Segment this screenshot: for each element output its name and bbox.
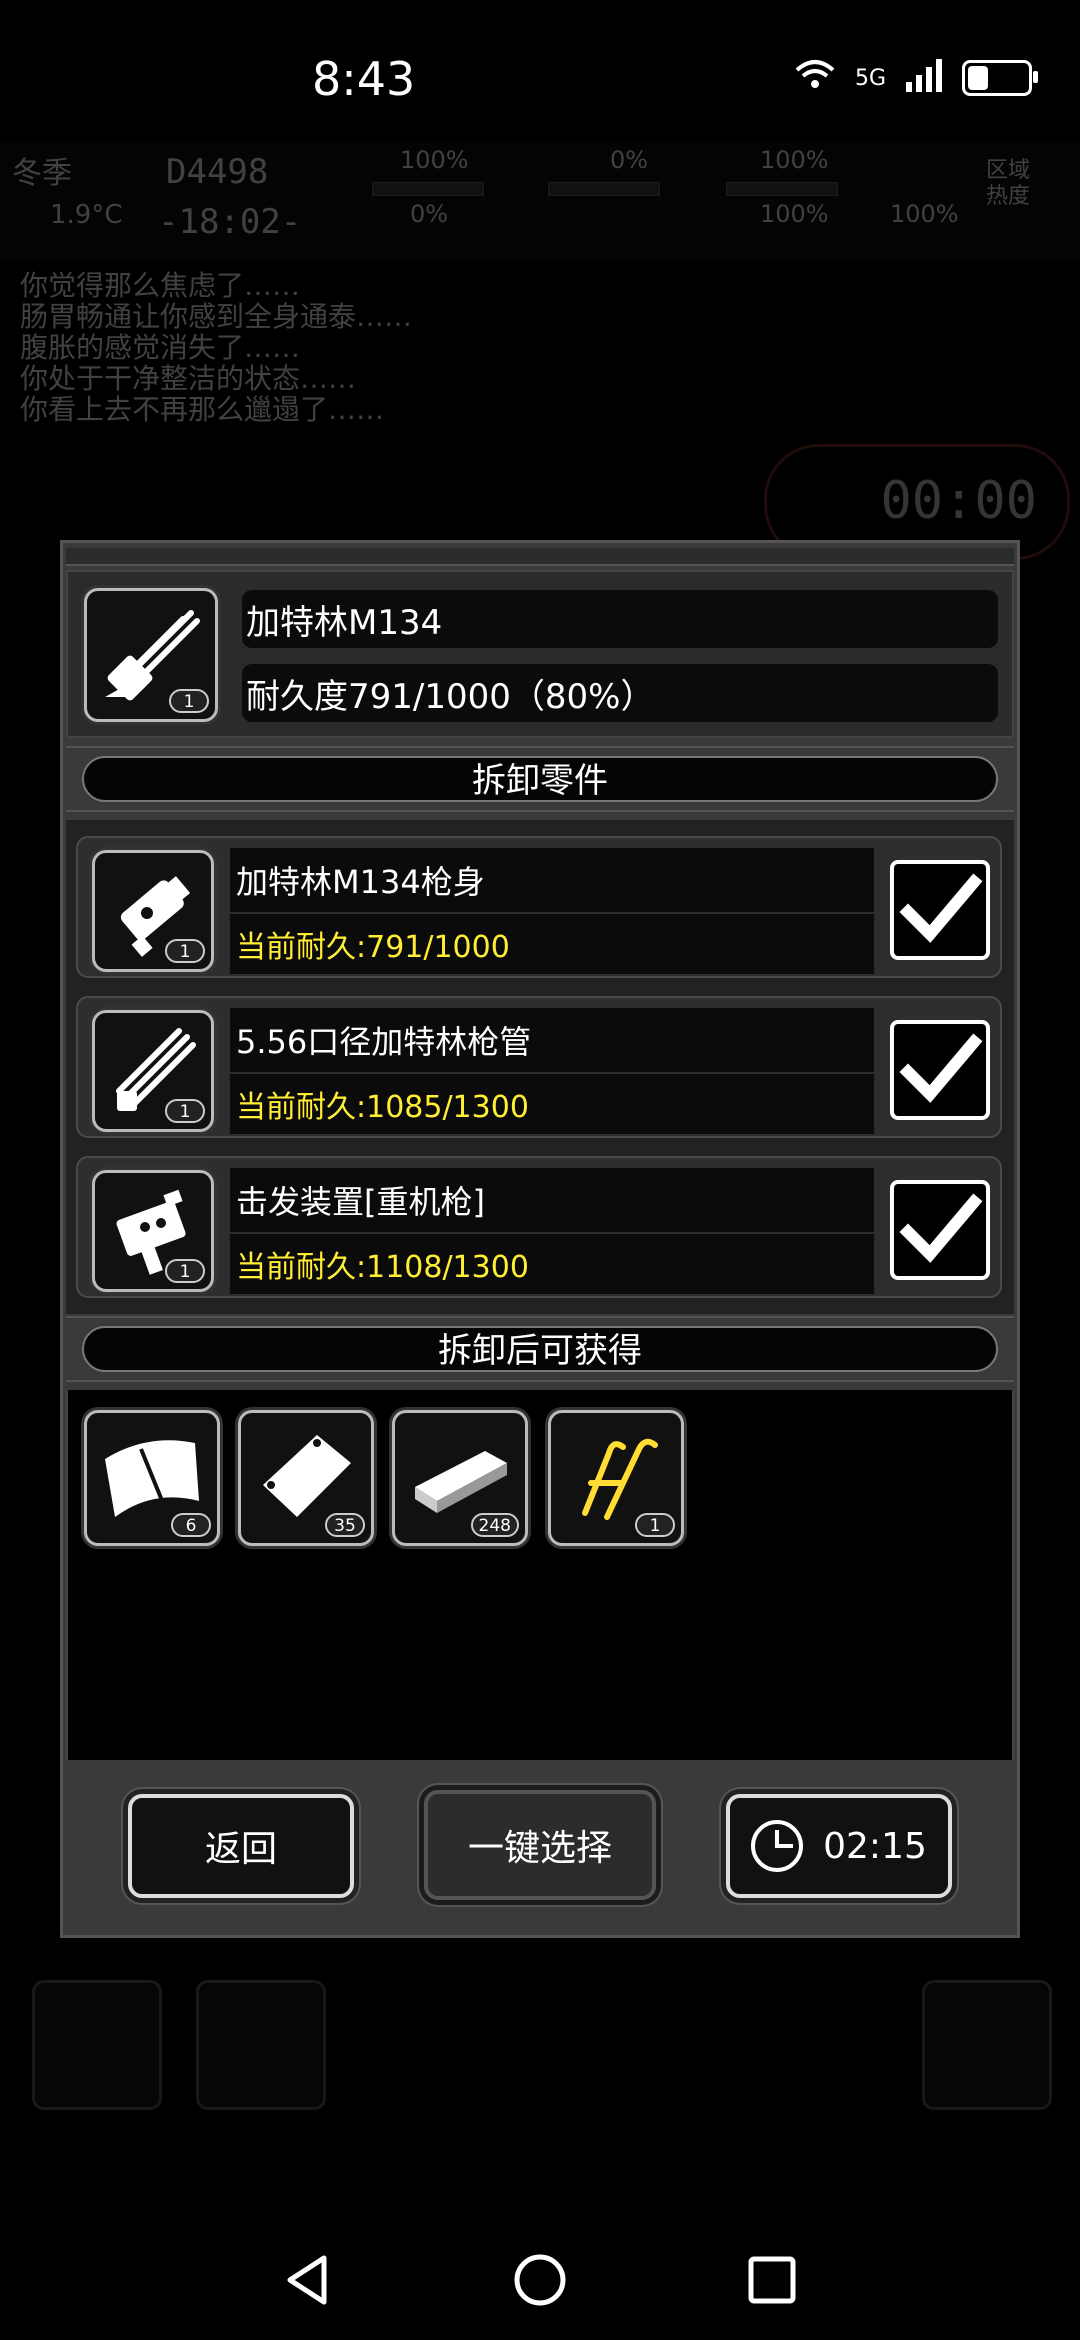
status-icons: 5G xyxy=(793,58,1038,98)
item-durability: 耐久度791/1000（80%） xyxy=(242,664,998,722)
back-button[interactable]: 返回 xyxy=(128,1794,354,1898)
yield-slot[interactable]: 35 xyxy=(238,1410,374,1546)
part-checkbox[interactable] xyxy=(890,860,990,960)
clock-icon xyxy=(751,1820,804,1872)
dialog-top-bar xyxy=(66,548,1014,566)
part-checkbox[interactable] xyxy=(890,1020,990,1120)
yield-count-badge: 35 xyxy=(325,1513,365,1537)
select-all-button[interactable]: 一键选择 xyxy=(424,1790,656,1900)
yield-count-badge: 6 xyxy=(171,1513,211,1537)
yield-slot[interactable]: 6 xyxy=(84,1410,220,1546)
hud-bar xyxy=(548,182,660,196)
interact-hand-icon xyxy=(32,1980,162,2110)
game-hud: 冬季 1.9°C D4498 -18:02- 100% 0% 0% 100% 1… xyxy=(0,142,1080,260)
walk-icon xyxy=(196,1980,326,2110)
signal-label: 5G xyxy=(854,65,886,91)
back-button-label: 返回 xyxy=(204,1829,277,1870)
battery-level xyxy=(968,66,989,90)
part-durability: 当前耐久:1108/1300 xyxy=(230,1234,874,1294)
battery-icon xyxy=(962,60,1038,96)
yield-slot[interactable]: 1 xyxy=(548,1410,684,1546)
part-count-badge: 1 xyxy=(165,1099,205,1123)
dismantle-time: 02:15 xyxy=(823,1825,927,1867)
hud-stat: 100% xyxy=(890,200,959,228)
part-name: 击发装置[重机枪] xyxy=(230,1168,874,1232)
select-all-label: 一键选择 xyxy=(467,1828,612,1869)
part-slot[interactable]: 1 xyxy=(92,1170,214,1292)
log-line: 你看上去不再那么邋遢了…… xyxy=(20,393,385,426)
checkmark-icon xyxy=(899,1033,983,1103)
log-line: 腹胀的感觉消失了…… xyxy=(20,331,301,364)
yield-count-badge: 1 xyxy=(635,1513,675,1537)
temperature-label: 1.9°C xyxy=(50,200,123,230)
hud-stat: 100% xyxy=(400,146,469,174)
status-time: 8:43 xyxy=(312,52,416,106)
part-slot[interactable]: 1 xyxy=(92,850,214,972)
hud-bar xyxy=(372,182,484,196)
nav-home-icon[interactable] xyxy=(510,2250,570,2310)
parts-title: 拆卸零件 xyxy=(82,756,998,802)
part-durability: 当前耐久:1085/1300 xyxy=(230,1074,874,1134)
part-count-badge: 1 xyxy=(165,939,205,963)
yield-count-badge: 248 xyxy=(470,1513,519,1537)
checkmark-icon xyxy=(899,1193,983,1263)
wifi-icon xyxy=(793,58,837,98)
hud-bar xyxy=(726,182,838,196)
day-counter: D4498 xyxy=(166,152,269,192)
log-line: 你觉得那么焦虑了…… xyxy=(20,269,301,302)
signal-icon xyxy=(904,58,944,98)
part-count-badge: 1 xyxy=(165,1259,205,1283)
yield-slot[interactable]: 248 xyxy=(392,1410,528,1546)
hud-stat: 100% xyxy=(760,146,829,174)
part-name: 加特林M134枪身 xyxy=(230,848,874,912)
checkmark-icon xyxy=(899,873,983,943)
area-heat-label: 区域热度 xyxy=(986,158,1031,209)
log-line: 肠胃畅通让你感到全身通泰…… xyxy=(20,300,413,333)
nav-recents-icon[interactable] xyxy=(742,2250,802,2310)
nav-back-icon[interactable] xyxy=(278,2250,338,2310)
game-clock: -18:02- xyxy=(158,202,302,242)
hud-stat: 0% xyxy=(610,146,649,174)
part-slot[interactable]: 1 xyxy=(92,1010,214,1132)
background-timer-text: 00:00 xyxy=(880,471,1037,531)
storage-icon xyxy=(922,1980,1052,2110)
hud-stat: 0% xyxy=(410,200,449,228)
part-name: 5.56口径加特林枪管 xyxy=(230,1008,874,1072)
hud-stat: 100% xyxy=(760,200,829,228)
part-checkbox[interactable] xyxy=(890,1180,990,1280)
item-slot[interactable]: 1 xyxy=(84,588,218,722)
dismantle-timer-button[interactable]: 02:15 xyxy=(726,1794,952,1898)
yield-section-header: 拆卸后可获得 xyxy=(66,1316,1014,1382)
message-log: 你觉得那么焦虑了…… 肠胃畅通让你感到全身通泰…… 腹胀的感觉消失了…… 你处于… xyxy=(20,270,920,425)
item-name: 加特林M134 xyxy=(242,590,998,648)
season-label: 冬季 xyxy=(12,156,72,191)
parts-section-header: 拆卸零件 xyxy=(66,746,1014,812)
yield-title: 拆卸后可获得 xyxy=(82,1326,998,1372)
part-durability: 当前耐久:791/1000 xyxy=(230,914,874,974)
item-count-badge: 1 xyxy=(169,689,209,713)
log-line: 你处于干净整洁的状态…… xyxy=(20,362,357,395)
